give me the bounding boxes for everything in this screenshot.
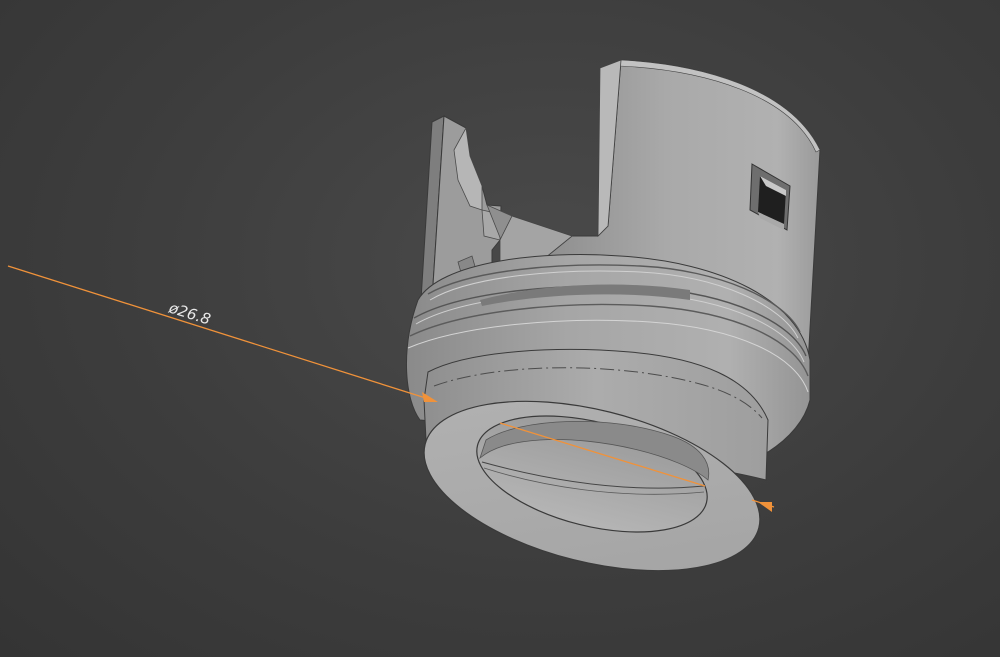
model-view[interactable]: ø26.8 [0, 0, 1000, 657]
cad-viewport[interactable]: ø26.8 [0, 0, 1000, 657]
dimension-arrow-end [758, 502, 772, 512]
dimension-label: ø26.8 [166, 298, 213, 328]
dimension-leader-line [7, 265, 433, 401]
